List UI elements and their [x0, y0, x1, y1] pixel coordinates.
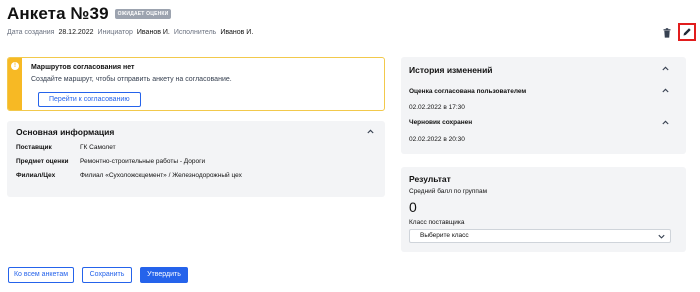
history-item-title: Черновик сохранен [409, 119, 473, 126]
meta-info: Дата создания 28.12.2022 Инициатор Ивано… [7, 29, 253, 36]
info-value: Ремонтно-строительные работы - Дороги [80, 158, 206, 165]
initiator-label: Инициатор [97, 29, 133, 36]
chevron-down-icon [658, 234, 665, 239]
notice-stripe: ! [8, 58, 22, 110]
info-key: Предмет оценки [16, 158, 69, 165]
page-header: Анкета №39 ОЖИДАЕТ ОЦЕНКИ [7, 4, 172, 24]
go-to-approval-button[interactable]: Перейти к согласованию [38, 92, 141, 107]
trash-icon[interactable] [663, 28, 671, 38]
no-routes-notice: ! Маршрутов согласования нет Создайте ма… [7, 57, 385, 111]
info-value: ГК Самолет [80, 144, 116, 151]
result-title: Результат [409, 174, 451, 184]
info-key: Поставщик [16, 144, 52, 151]
created-value: 28.12.2022 [58, 29, 94, 36]
select-placeholder: Выберите класс [420, 232, 469, 239]
approve-button[interactable]: Утвердить [140, 267, 188, 283]
created-label: Дата создания [7, 29, 55, 36]
history-item-date: 02.02.2022 в 20:30 [409, 136, 465, 143]
supplier-class-label: Класс поставщика [409, 219, 465, 226]
notice-title: Маршрутов согласования нет [31, 64, 135, 71]
history-item-date: 02.02.2022 в 17:30 [409, 104, 465, 111]
main-info-panel: Основная информация Поставщик ГК Самолет… [7, 121, 385, 197]
pencil-icon [683, 28, 691, 36]
initiator-value: Иванов И. [136, 29, 170, 36]
page-title: Анкета №39 [7, 4, 109, 23]
history-panel: История изменений Оценка согласована пол… [401, 57, 686, 154]
history-item-title: Оценка согласована пользователем [409, 88, 527, 95]
executor-value: Иванов И. [220, 29, 254, 36]
result-panel: Результат Средний балл по группам 0 Клас… [401, 167, 686, 252]
main-info-title: Основная информация [16, 127, 115, 137]
save-button[interactable]: Сохранить [82, 267, 132, 283]
supplier-class-select[interactable]: Выберите класс [409, 229, 671, 243]
chevron-up-icon[interactable] [662, 120, 669, 125]
executor-label: Исполнитель [173, 29, 217, 36]
warning-icon: ! [11, 62, 19, 70]
avg-score-label: Средний балл по группам [409, 188, 488, 195]
avg-score-value: 0 [409, 199, 417, 215]
chevron-up-icon[interactable] [662, 66, 669, 71]
chevron-up-icon[interactable] [367, 129, 374, 134]
notice-text: Создайте маршрут, чтобы отправить анкету… [31, 76, 232, 83]
chevron-up-icon[interactable] [662, 88, 669, 93]
status-badge: ОЖИДАЕТ ОЦЕНКИ [114, 9, 172, 19]
history-title: История изменений [409, 65, 493, 75]
info-key: Филиал/Цех [16, 172, 56, 179]
edit-button[interactable] [678, 23, 696, 41]
all-forms-button[interactable]: Ко всем анкетам [8, 267, 74, 283]
info-value: Филиал «Сухоложскцемент» / Железнодорожн… [80, 172, 242, 179]
